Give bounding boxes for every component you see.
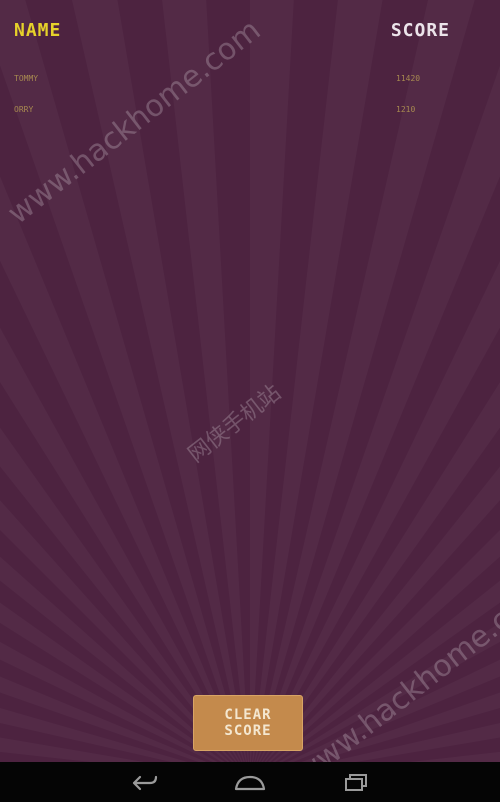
recent-apps-button[interactable] [336, 768, 376, 796]
recent-apps-icon [345, 774, 367, 791]
back-icon [132, 775, 158, 791]
player-score: 1210 [396, 105, 416, 114]
score-column-header: SCORE [390, 20, 450, 41]
system-navigation-bar [0, 762, 500, 802]
back-button[interactable] [124, 768, 164, 796]
clear-score-label-line1: CLEAR [224, 707, 272, 723]
high-score-screen: NAME SCORE TOMMY 11420 ORRY 1210 www.hac… [0, 0, 500, 762]
home-icon [234, 775, 266, 791]
clear-score-button[interactable]: CLEAR SCORE [193, 695, 303, 751]
player-score: 11420 [396, 74, 421, 83]
score-row: TOMMY 11420 [0, 74, 500, 90]
name-column-header: NAME [14, 20, 62, 41]
player-name: ORRY [14, 105, 34, 114]
player-name: TOMMY [14, 74, 39, 83]
clear-score-label-line2: SCORE [224, 723, 272, 739]
score-row: ORRY 1210 [0, 105, 500, 121]
screen: NAME SCORE TOMMY 11420 ORRY 1210 www.hac… [0, 0, 500, 802]
home-button[interactable] [230, 768, 270, 796]
